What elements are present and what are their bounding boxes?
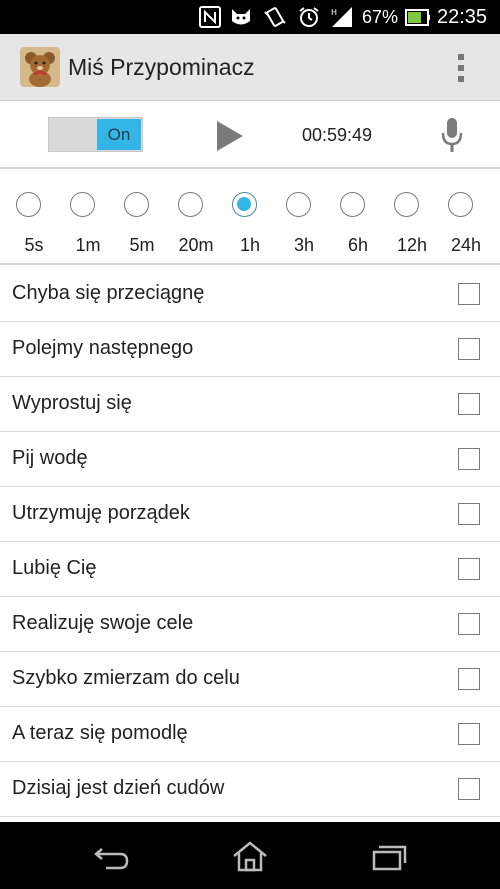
reminder-text: Realizuję swoje cele [12, 612, 194, 634]
reminder-checkbox[interactable] [458, 393, 480, 415]
interval-label: 5m [129, 235, 155, 255]
reminder-text: Wyprostuj się [12, 392, 132, 414]
reminder-text: Dzisiaj jest dzień cudów [12, 777, 225, 799]
teddy-bear-icon[interactable] [20, 47, 60, 87]
interval-radio-5s[interactable] [16, 192, 41, 217]
interval-radio-24h[interactable] [448, 192, 473, 217]
back-icon[interactable] [92, 840, 132, 872]
play-icon[interactable] [215, 119, 245, 153]
list-item[interactable]: Realizuję swoje cele [0, 597, 500, 652]
reminder-checkbox[interactable] [458, 448, 480, 470]
countdown-timer: 00:59:49 [302, 125, 373, 145]
cat-icon [232, 9, 250, 25]
interval-radio-3h[interactable] [286, 192, 311, 217]
list-item[interactable]: Dzisiaj jest dzień cudów [0, 762, 500, 817]
controls-row: On 00:59:49 [0, 101, 500, 169]
reminder-text: Utrzymuję porządek [12, 502, 190, 524]
interval-radio-1m[interactable] [70, 192, 95, 217]
interval-label: 20m [178, 235, 214, 255]
svg-text:H: H [331, 8, 337, 17]
reminder-checkbox[interactable] [458, 668, 480, 690]
signal-icon: H [331, 7, 352, 27]
interval-radio-6h[interactable] [340, 192, 365, 217]
on-off-toggle[interactable]: On [48, 117, 143, 152]
reminder-checkbox[interactable] [458, 723, 480, 745]
list-item[interactable]: Chyba się przeciągnę [0, 267, 500, 322]
interval-selector: 5s 1m 5m 20m 1h 3h 6h 12h 24h [0, 170, 500, 265]
interval-label: 24h [450, 235, 482, 255]
list-item[interactable]: Utrzymuję porządek [0, 487, 500, 542]
reminder-checkbox[interactable] [458, 778, 480, 800]
reminder-text: A teraz się pomodlę [12, 722, 188, 744]
list-item[interactable]: A teraz się pomodlę [0, 707, 500, 762]
battery-percent: 67% [362, 7, 399, 27]
list-item[interactable]: Szybko zmierzam do celu [0, 652, 500, 707]
microphone-icon[interactable] [440, 117, 464, 153]
status-bar: H 67% 22:35 [0, 0, 500, 34]
alarm-icon [299, 7, 319, 27]
reminder-text: Szybko zmierzam do celu [12, 667, 240, 689]
list-item[interactable]: Polejmy następnego [0, 322, 500, 377]
action-bar: Miś Przypominacz [0, 34, 500, 101]
interval-label: 12h [396, 235, 428, 255]
reminder-checkbox[interactable] [458, 503, 480, 525]
interval-radio-20m[interactable] [178, 192, 203, 217]
list-item[interactable]: Lubię Cię [0, 542, 500, 597]
interval-radio-5m[interactable] [124, 192, 149, 217]
interval-radio-12h[interactable] [394, 192, 419, 217]
list-item[interactable]: Wyprostuj się [0, 377, 500, 432]
interval-label: 1h [239, 235, 261, 255]
reminder-text: Pij wodę [12, 447, 88, 469]
home-icon[interactable] [230, 840, 270, 872]
recent-apps-icon[interactable] [369, 840, 409, 872]
interval-label: 3h [293, 235, 315, 255]
toggle-label: On [97, 119, 141, 150]
reminder-checkbox[interactable] [458, 613, 480, 635]
navigation-bar [0, 822, 500, 889]
reminder-text: Lubię Cię [12, 557, 97, 579]
reminder-checkbox[interactable] [458, 283, 480, 305]
app-title: Miś Przypominacz [68, 54, 255, 80]
reminder-checkbox[interactable] [458, 338, 480, 360]
list-item[interactable]: Pij wodę [0, 432, 500, 487]
reminder-text: Polejmy następnego [12, 337, 194, 359]
interval-label: 5s [24, 235, 44, 255]
interval-radio-1h[interactable] [232, 192, 257, 217]
reminder-text: Chyba się przeciągnę [12, 282, 205, 304]
interval-label: 1m [75, 235, 101, 255]
vibrate-icon [264, 7, 286, 27]
interval-label: 6h [347, 235, 369, 255]
overflow-menu-icon[interactable] [448, 50, 474, 86]
nfc-icon [199, 6, 221, 28]
clock: 22:35 [437, 6, 488, 28]
battery-icon [405, 9, 430, 26]
reminder-checkbox[interactable] [458, 558, 480, 580]
